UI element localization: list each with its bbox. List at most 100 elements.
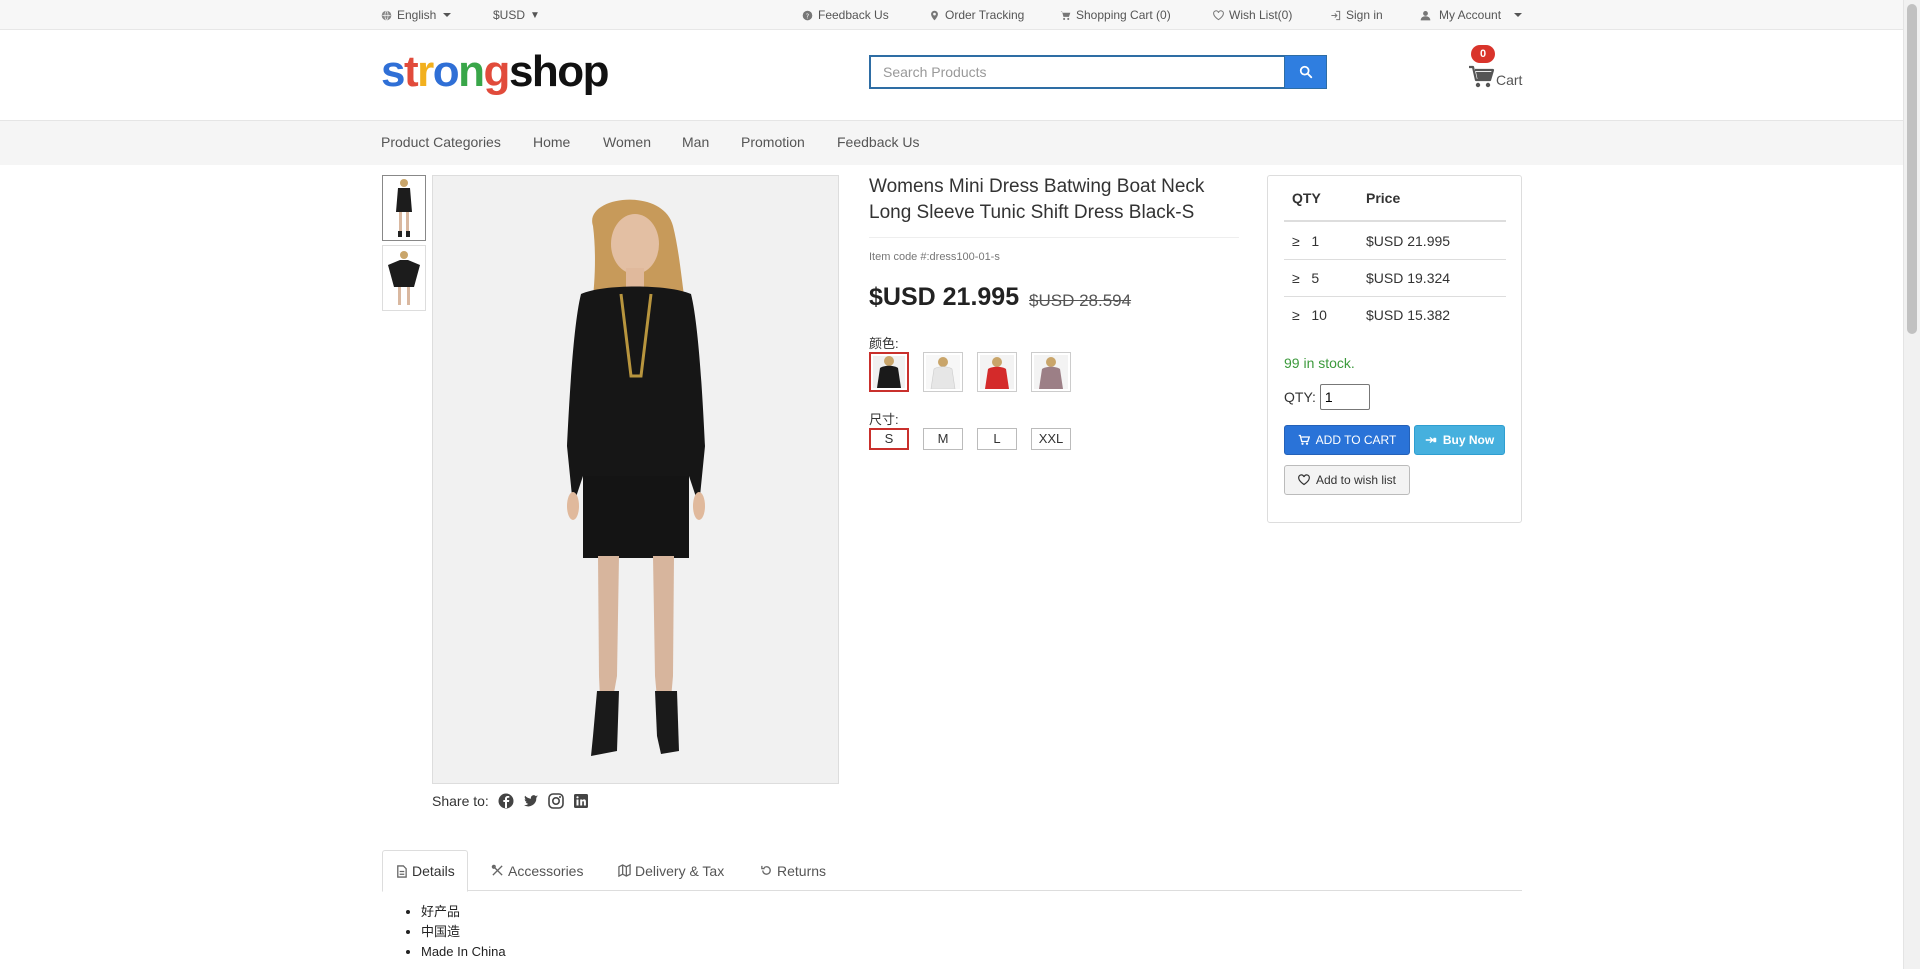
heart-icon [1298,474,1310,486]
strongshop-logo[interactable]: strongshop [381,47,610,97]
shopping-cart-link[interactable]: Shopping Cart (0) [1060,8,1171,22]
my-account-menu[interactable]: My Account [1420,8,1523,22]
tier-price: $USD 21.995 [1366,232,1451,249]
price-tier-row: ≥ 5 $USD 19.324 [1284,259,1506,296]
header-cart[interactable]: 0 Cart [1466,45,1526,95]
size-option-xxl[interactable]: XXL [1031,428,1071,450]
buy-now-button[interactable]: Buy Now [1414,425,1505,455]
sign-in-icon [1331,10,1341,20]
shopping-cart-icon [1060,10,1071,20]
order-tracking-link[interactable]: Order Tracking [929,8,1024,22]
title-divider [869,237,1239,238]
price-tier-row: ≥ 10 $USD 15.382 [1284,296,1506,333]
logo-letter: s [381,47,405,96]
scrollbar-thumb[interactable] [1907,4,1917,334]
search-icon [1299,65,1312,79]
nav-item-man[interactable]: Man [682,134,709,150]
color-swatch-white[interactable] [923,352,963,392]
logo-letter: r [417,47,434,96]
site-header: strongshop 0 Cart [0,30,1903,121]
price-tier-header: QTY Price [1284,176,1506,222]
size-option-l[interactable]: L [977,428,1017,450]
tier-price: $USD 15.382 [1366,307,1451,323]
color-swatch-mauve[interactable] [1031,352,1071,392]
size-option-m[interactable]: M [923,428,963,450]
add-to-cart-button[interactable]: ADD TO CART [1284,425,1410,455]
swatch-image [1034,355,1068,389]
color-swatch-red[interactable] [977,352,1017,392]
nav-item-promotion[interactable]: Promotion [741,134,805,150]
triangle-down-icon: ▼ [530,9,540,21]
tab-details[interactable]: Details [382,850,468,892]
logo-letter: g [483,47,511,96]
instagram-icon[interactable] [548,793,564,809]
product-thumbnail[interactable] [382,245,426,311]
logo-letter: n [458,47,485,96]
product-thumbnail[interactable] [382,175,426,241]
price-column-header: Price [1366,190,1401,206]
sign-in-link[interactable]: Sign in [1330,8,1383,22]
facebook-icon[interactable] [498,793,514,809]
current-price: $USD 21.995 [869,283,1020,311]
add-to-cart-label: ADD TO CART [1315,433,1397,447]
nav-item-home[interactable]: Home [533,134,570,150]
feedback-link[interactable]: ? Feedback Us [802,8,889,22]
size-option-s[interactable]: S [869,428,909,450]
swatch-image [980,355,1014,389]
globe-icon [381,9,392,21]
tab-label: Delivery & Tax [635,862,725,879]
color-swatch-black[interactable] [869,352,909,392]
add-to-wishlist-button[interactable]: Add to wish list [1284,465,1410,495]
stock-status: 99 in stock. [1284,355,1355,371]
color-label: 颜色: [869,336,899,351]
svg-text:?: ? [806,12,810,20]
language-label: English [397,8,437,22]
wish-list-label: Wish List(0) [1229,8,1293,22]
product-title: Womens Mini Dress Batwing Boat Neck Long… [869,176,1205,223]
tab-label: Details [412,863,455,879]
question-circle-icon: ? [802,10,813,20]
top-bar: English $USD ▼ ? Feedback Us Order Track… [0,0,1903,30]
tab-returns[interactable]: Returns [748,850,838,891]
main-product-image[interactable] [432,175,839,784]
logo-letter: o [432,47,460,96]
shopping-cart-icon [1298,434,1310,445]
hand-pointer-icon [1425,437,1437,443]
currency-selector[interactable]: $USD ▼ [493,8,540,22]
dress-thumbnail-image [388,251,420,305]
swatch-image [926,355,960,389]
cart-label: Cart [1496,72,1523,88]
list-item: 好产品 [421,902,506,922]
quantity-input[interactable] [1319,384,1370,410]
tab-delivery-tax[interactable]: Delivery & Tax [606,850,736,891]
quantity-row: QTY: [1284,384,1370,410]
nav-item-product-categories[interactable]: Product Categories [381,134,501,150]
search-input[interactable] [869,55,1284,89]
list-item: 中国造 [421,922,506,942]
user-icon [1420,10,1431,20]
logo-letter: shop [508,47,610,96]
product-tabs: Details Accessories Delivery & Tax Retur… [382,850,1522,892]
tab-accessories[interactable]: Accessories [479,850,595,891]
twitter-icon[interactable] [523,793,539,809]
file-icon [397,864,407,878]
linkedin-icon[interactable] [573,793,589,809]
chevron-down-icon [443,13,452,17]
sign-in-label: Sign in [1346,8,1383,22]
nav-item-women[interactable]: Women [603,134,651,150]
qty-column-header: QTY [1292,190,1321,206]
cart-count-badge: 0 [1471,45,1495,63]
nav-item-feedback[interactable]: Feedback Us [837,134,919,150]
price-tier-row: ≥ 1 $USD 21.995 [1284,222,1506,259]
search-button[interactable] [1284,55,1327,89]
tools-icon [491,864,503,876]
add-to-wishlist-label: Add to wish list [1315,473,1397,487]
dress-model-image [433,176,838,783]
return-icon [761,865,771,875]
buy-box: QTY Price ≥ 1 $USD 21.995 ≥ 5 $USD 19.32… [1267,175,1522,523]
details-list: 好产品 中国造 Made In China [421,902,506,962]
logo-letter: t [403,47,419,96]
language-selector[interactable]: English [381,8,452,22]
wish-list-link[interactable]: Wish List(0) [1213,8,1292,22]
page-scrollbar[interactable] [1903,0,1920,969]
